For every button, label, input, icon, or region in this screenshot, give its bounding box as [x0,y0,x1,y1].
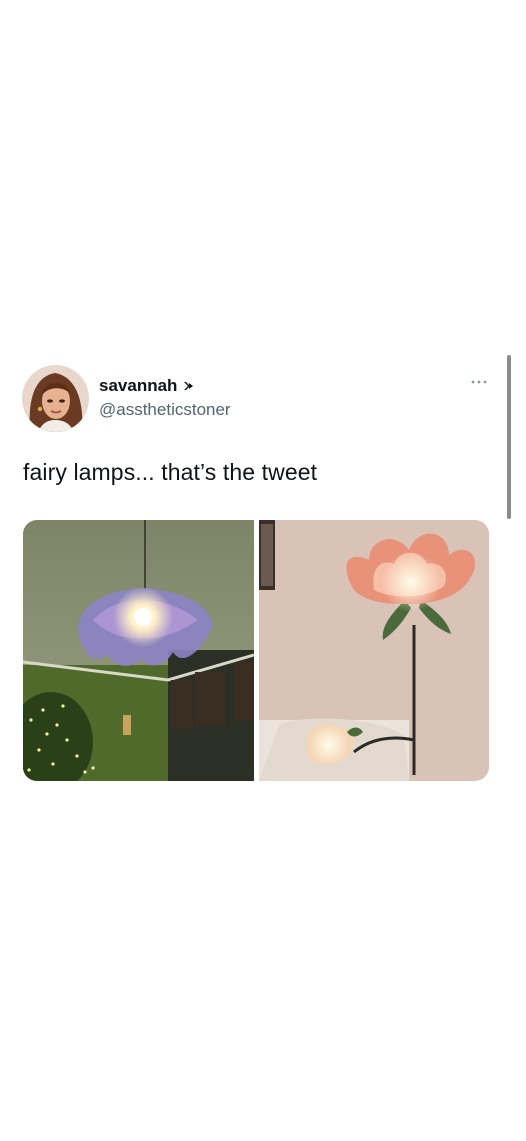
tweet-card[interactable]: savannah @asstheticstoner fairy lamps...… [0,355,526,795]
author-handle[interactable]: @asstheticstoner [99,400,231,420]
media-photo-1[interactable] [23,520,254,781]
more-options-icon[interactable] [468,375,490,389]
media-photo-2[interactable] [258,520,489,781]
author-display-name[interactable]: savannah [99,376,177,396]
tweet-text: fairy lamps... that’s the tweet [23,459,318,485]
scrollbar[interactable] [507,355,511,519]
tweet-author[interactable]: savannah @asstheticstoner [99,375,231,420]
author-name-row: savannah [99,375,231,397]
heart-arrow-icon [181,379,195,393]
tweet-media-grid [23,520,489,781]
avatar[interactable] [22,365,89,432]
